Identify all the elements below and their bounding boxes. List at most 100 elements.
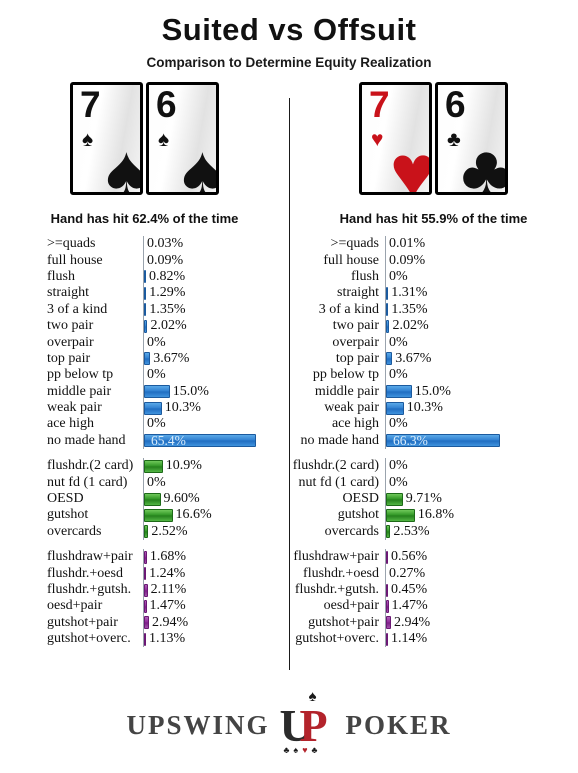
table-row: two pair 2.02% — [47, 317, 289, 335]
table-row: pp below tp 0% — [47, 367, 289, 384]
table-row: 3 of a kind 1.35% — [289, 301, 568, 318]
stat-label: weak pair — [324, 400, 379, 416]
stat-value: 0.27% — [389, 565, 426, 581]
table-row: flushdraw+pair 1.68% — [47, 549, 289, 566]
stat-label: top pair — [335, 350, 379, 366]
playing-card: 6 ♠ ♠ — [146, 82, 219, 195]
stat-bar-cell: 2.94% — [143, 614, 289, 631]
stat-value: 10.9% — [165, 458, 202, 474]
hand-cards-left: 7 ♠ ♠ 6 ♠ ♠ — [0, 82, 289, 195]
spades-icon-large: ♠ — [181, 129, 219, 195]
table-row: gutshot+overc. 1.14% — [289, 630, 568, 648]
stat-bar-cell: 9.60% — [143, 490, 289, 508]
stat-value: 2.02% — [392, 318, 429, 334]
playing-card: 6 ♣ ♣ — [435, 82, 508, 195]
stat-value: 2.94% — [152, 614, 189, 630]
stat-bar-cell: 16.6% — [143, 507, 289, 524]
stat-value: 1.29% — [149, 285, 186, 301]
stat-value: 0% — [147, 367, 166, 383]
stat-label: pp below tp — [47, 367, 114, 383]
stat-label: full house — [47, 252, 103, 268]
stat-label: gutshot+overc. — [47, 631, 131, 647]
stat-bar-cell: 0% — [143, 367, 289, 384]
stat-bar — [386, 385, 412, 399]
stats-group-draws: flushdr.(2 card) 10.9% nut fd (1 card) 0% OE… — [47, 458, 289, 541]
stat-label: oesd+pair — [323, 598, 379, 614]
stat-bar-cell: 0% — [385, 458, 568, 475]
stat-value: 0% — [389, 268, 408, 284]
stat-label: ace high — [47, 416, 95, 432]
stats-group-combo_draws: flushdraw+pair 1.68% flushdr.+oesd 1.24% flu… — [47, 549, 289, 648]
table-row: two pair 2.02% — [289, 317, 568, 335]
stat-label: middle pair — [314, 383, 379, 399]
stat-label: 3 of a kind — [47, 301, 108, 317]
stat-value: 0% — [389, 474, 408, 490]
table-row: flushdr.(2 card) 10.9% — [47, 458, 289, 475]
stat-bar-cell: 10.3% — [143, 399, 289, 417]
table-row: >=quads 0.01% — [289, 236, 568, 253]
stat-bar-cell: 3.67% — [385, 350, 568, 368]
stat-bar-cell: 0% — [385, 268, 568, 286]
stat-bar-cell: 2.02% — [143, 317, 289, 335]
table-row: oesd+pair 1.47% — [289, 598, 568, 615]
stat-label: straight — [47, 285, 89, 301]
stats-group-made_hands: >=quads 0.03% full house 0.09% flush 0.82% str… — [47, 236, 289, 450]
table-row: flushdraw+pair 0.56% — [289, 549, 568, 566]
table-row: nut fd (1 card) 0% — [47, 474, 289, 491]
stat-bar-cell: 1.31% — [385, 285, 568, 302]
stat-value: 0% — [147, 334, 166, 350]
stat-bar — [144, 459, 163, 473]
stat-bar-cell: 2.94% — [385, 614, 568, 631]
table-row: gutshot+pair 2.94% — [289, 614, 568, 631]
stat-label: overpair — [47, 334, 94, 350]
table-row: oesd+pair 1.47% — [47, 598, 289, 615]
stat-bar-cell: 16.8% — [385, 507, 568, 524]
stat-bar-cell: 15.0% — [143, 383, 289, 400]
stat-bar-cell: 0.56% — [385, 549, 568, 566]
stat-value: 0% — [389, 367, 408, 383]
comparison-panels: 7 ♠ ♠ 6 ♠ ♠ Hand has hit 62.4% of the time >=qu… — [0, 82, 578, 656]
table-row: >=quads 0.03% — [47, 236, 289, 253]
stat-label: gutshot — [47, 507, 89, 523]
stat-value: 0% — [389, 458, 408, 474]
stat-value: 0.09% — [389, 252, 426, 268]
table-row: straight 1.29% — [47, 285, 289, 302]
stat-label: flush — [351, 268, 379, 284]
stats-table: >=quads 0.01% full house 0.09% flush 0% straig… — [289, 236, 578, 648]
table-row: flushdr.+gutsh. 0.45% — [289, 581, 568, 599]
table-row: middle pair 15.0% — [47, 383, 289, 400]
stat-bar-cell: 65.4% — [143, 432, 289, 450]
stat-label: flushdr.(2 card) — [292, 458, 379, 474]
hearts-icon: ♥ — [371, 127, 384, 151]
stat-value: 1.31% — [391, 285, 428, 301]
spades-icon: ♠ — [82, 127, 94, 151]
table-row: gutshot 16.8% — [289, 507, 568, 524]
stats-table: >=quads 0.03% full house 0.09% flush 0.82% str… — [0, 236, 289, 648]
stat-bar-cell: 15.0% — [385, 383, 568, 400]
stat-label: weak pair — [47, 400, 102, 416]
stat-value: 2.11% — [150, 582, 187, 597]
stat-label: 3 of a kind — [318, 301, 379, 317]
stat-label: flushdraw+pair — [47, 549, 133, 565]
stat-value: 66.3% — [393, 432, 428, 448]
table-row: flushdr.(2 card) 0% — [289, 458, 568, 475]
table-row: middle pair 15.0% — [289, 383, 568, 400]
stat-label: overcards — [47, 523, 102, 539]
hand-hit-header: Hand has hit 62.4% of the time — [50, 211, 239, 226]
page-title: Suited vs Offsuit — [161, 12, 417, 47]
stat-bar — [386, 508, 415, 522]
stat-value: 0.45% — [391, 582, 428, 597]
stat-bar-cell: 0.45% — [385, 581, 568, 599]
table-row: pp below tp 0% — [289, 367, 568, 384]
stat-label: two pair — [332, 318, 379, 334]
stat-label: two pair — [47, 318, 94, 334]
stat-label: pp below tp — [312, 367, 379, 383]
stat-bar-cell: 0.09% — [143, 252, 289, 269]
stat-label: OESD — [342, 491, 379, 507]
hand-cards-right: 7 ♥ ♥ 6 ♣ ♣ — [289, 82, 578, 195]
stat-value: 1.13% — [149, 631, 186, 647]
stat-value: 0.01% — [389, 236, 426, 252]
hand-hit-header: Hand has hit 55.9% of the time — [339, 211, 528, 226]
stat-bar — [144, 385, 170, 399]
stat-bar-cell: 1.47% — [143, 598, 289, 615]
